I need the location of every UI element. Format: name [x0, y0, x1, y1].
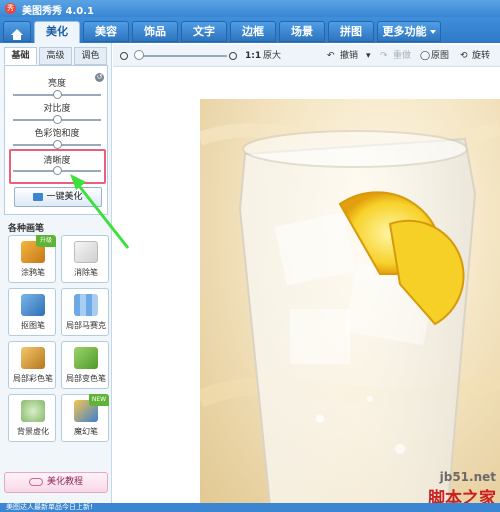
- annotation-arrow: [70, 174, 130, 249]
- status-text: 美图达人最新单品今日上新!: [6, 503, 93, 511]
- watermark-site: jb51.net: [439, 470, 496, 484]
- status-bar: 美图达人最新单品今日上新!: [0, 503, 500, 512]
